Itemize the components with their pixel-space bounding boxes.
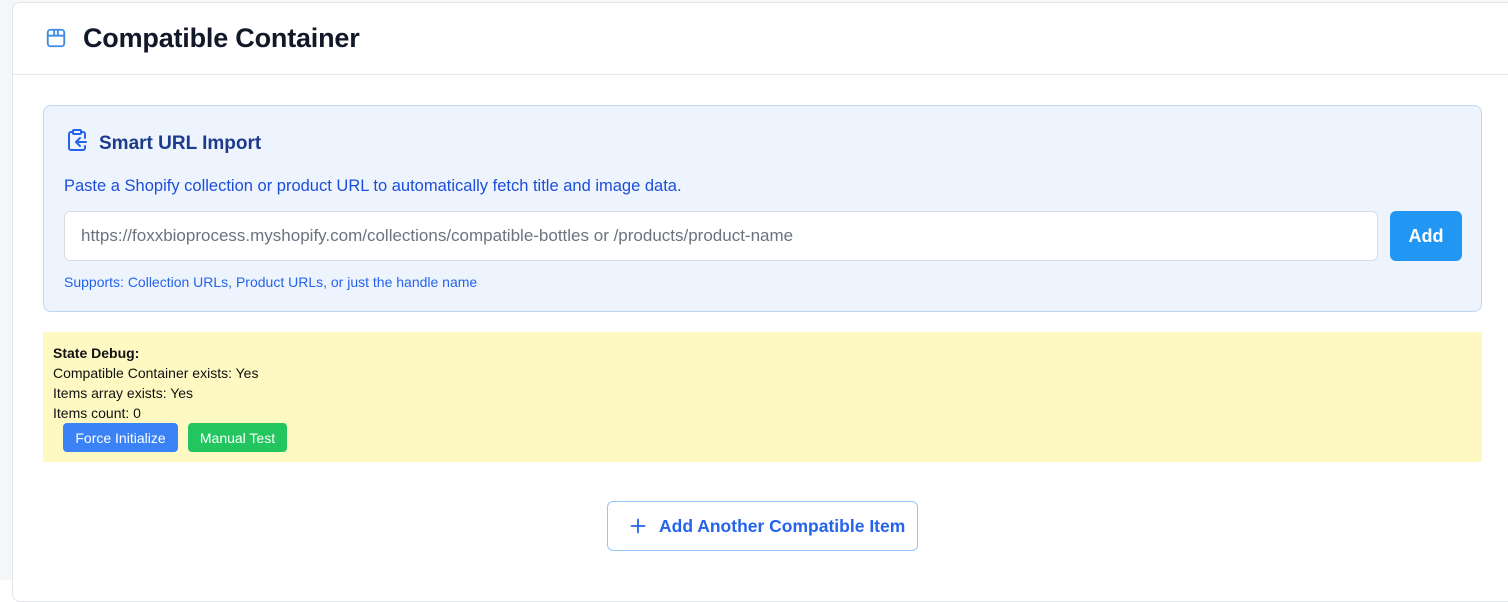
plus-icon [630, 518, 646, 534]
add-another-label: Add Another Compatible Item [659, 516, 906, 536]
smart-url-import-description: Paste a Shopify collection or product UR… [64, 177, 682, 195]
force-initialize-button[interactable]: Force Initialize [63, 423, 178, 452]
supports-note: Supports: Collection URLs, Product URLs,… [64, 274, 478, 290]
add-url-button[interactable]: Add [1390, 211, 1462, 261]
state-debug-panel: State Debug: Compatible Container exists… [43, 332, 1482, 462]
debug-line-items-count: Items count: 0 [53, 405, 141, 421]
debug-line-container-exists: Compatible Container exists: Yes [53, 365, 259, 381]
package-icon [46, 28, 66, 48]
page-background: Compatible Container Smart URL Import Pa… [0, 0, 1508, 602]
url-input[interactable] [64, 211, 1378, 261]
page-title: Compatible Container [83, 23, 360, 53]
compatible-container-card: Compatible Container Smart URL Import Pa… [12, 2, 1508, 602]
smart-url-import-title: Smart URL Import [99, 133, 262, 154]
card-header: Compatible Container [13, 3, 1508, 75]
smart-url-import-panel: Smart URL Import Paste a Shopify collect… [43, 105, 1482, 312]
debug-title: State Debug: [53, 345, 140, 361]
manual-test-button[interactable]: Manual Test [188, 423, 287, 452]
debug-line-items-array: Items array exists: Yes [53, 385, 194, 401]
clipboard-import-icon [68, 129, 87, 151]
add-another-compatible-item-button[interactable]: Add Another Compatible Item [607, 501, 918, 551]
